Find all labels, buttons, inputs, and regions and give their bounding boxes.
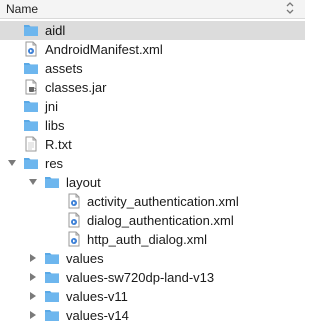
disclosure-triangle-collapsed-icon[interactable] [7,101,17,111]
file-row-libs[interactable]: libs [0,116,305,135]
file-name: layout [66,175,101,190]
column-header-label: Name [6,2,39,16]
file-name: values [66,251,104,266]
file-name: libs [45,118,65,133]
folder-icon [23,60,39,76]
xml-file-icon [23,41,39,57]
file-name: assets [45,61,83,76]
file-row-assets[interactable]: assets [0,59,305,78]
disclosure-triangle-expanded-icon[interactable] [7,158,17,168]
folder-icon [23,117,39,133]
folder-icon [23,155,39,171]
file-name: AndroidManifest.xml [45,42,163,57]
file-row-http-auth-dialog[interactable]: http_auth_dialog.xml [0,230,305,249]
file-name: dialog_authentication.xml [87,213,234,228]
file-name: classes.jar [45,80,107,95]
file-row-dialog-authentication[interactable]: dialog_authentication.xml [0,211,305,230]
file-name: jni [45,99,59,114]
file-row-values[interactable]: values [0,249,305,268]
file-row-r-txt[interactable]: R.txt [0,135,305,154]
jar-file-icon [23,79,39,95]
disclosure-triangle-expanded-icon[interactable] [28,177,38,187]
folder-icon [44,307,60,323]
folder-icon [44,250,60,266]
file-row-androidmanifest[interactable]: AndroidManifest.xml [0,40,305,59]
folder-icon [44,269,60,285]
file-name: res [45,156,64,171]
file-row-jni[interactable]: jni [0,97,305,116]
file-name: activity_authentication.xml [87,194,239,209]
disclosure-triangle-collapsed-icon[interactable] [28,310,38,320]
column-header-name[interactable]: Name [0,0,305,19]
file-name: R.txt [45,137,72,152]
file-row-res[interactable]: res [0,154,305,173]
file-row-layout[interactable]: layout [0,173,305,192]
file-name: aidl [45,23,66,38]
folder-icon [23,22,39,38]
xml-file-icon [66,212,82,228]
file-name: values-sw720dp-land-v13 [66,270,215,285]
folder-icon [44,174,60,190]
file-name: http_auth_dialog.xml [87,232,207,247]
disclosure-triangle-collapsed-icon[interactable] [28,253,38,263]
disclosure-triangle-collapsed-icon[interactable] [28,291,38,301]
file-row-values-sw720dp-land-v13[interactable]: values-sw720dp-land-v13 [0,268,305,287]
file-name: values-v11 [66,289,128,304]
disclosure-triangle-collapsed-icon[interactable] [28,272,38,282]
disclosure-triangle-collapsed-icon[interactable] [7,120,17,130]
text-file-icon [23,136,39,152]
sort-chevron-icon[interactable] [285,2,295,14]
xml-file-icon [66,193,82,209]
folder-icon [23,98,39,114]
folder-icon [44,288,60,304]
file-name: values-v14 [66,308,129,323]
file-row-values-v14[interactable]: values-v14 [0,306,305,325]
disclosure-triangle-collapsed-icon[interactable] [7,63,17,73]
file-row-activity-authentication[interactable]: activity_authentication.xml [0,192,305,211]
file-row-aidl[interactable]: aidl [0,21,305,40]
file-row-classes-jar[interactable]: classes.jar [0,78,305,97]
xml-file-icon [66,231,82,247]
file-row-values-v11[interactable]: values-v11 [0,287,305,306]
